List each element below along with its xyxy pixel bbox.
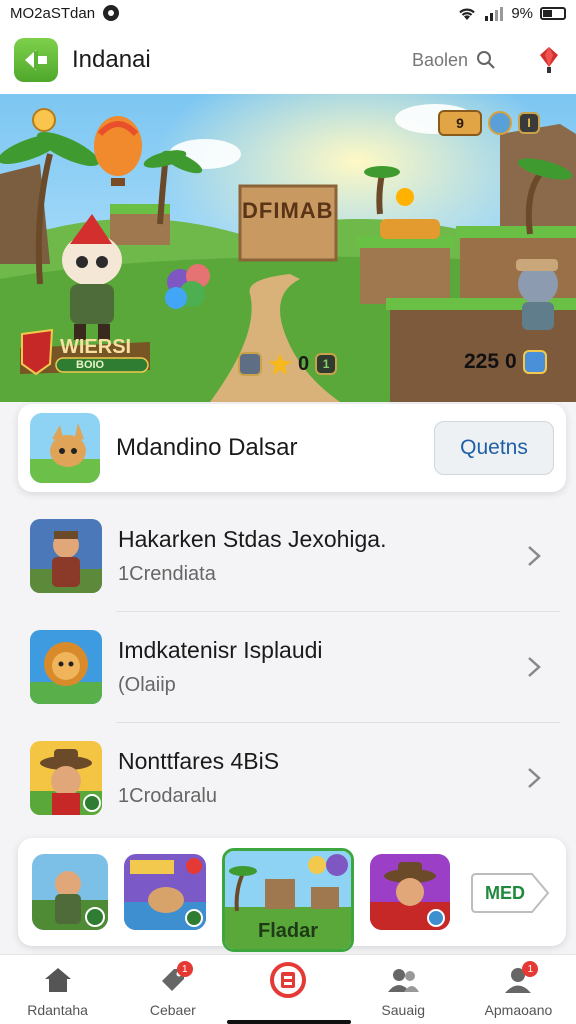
featured-action-button[interactable]: Quetns bbox=[434, 421, 554, 475]
battery-icon bbox=[540, 6, 566, 20]
arrow-logo-icon[interactable] bbox=[14, 38, 58, 82]
search-bar[interactable]: Baolen bbox=[393, 38, 514, 82]
star-icon bbox=[268, 353, 292, 375]
star-count: 0 bbox=[298, 352, 310, 375]
app-screen: MO2aSTdan 9% Indanai Baolen 9 I DFIMAB W… bbox=[0, 0, 576, 1024]
warrior-thumb bbox=[30, 518, 102, 593]
list-item[interactable]: Nonttfares 4BiS 1Crodaralu bbox=[0, 722, 576, 833]
nav-item-home[interactable]: Rdantaha bbox=[0, 955, 115, 1024]
carousel-tile-featured[interactable]: Fladar bbox=[222, 848, 354, 952]
nav-item-social[interactable]: Sauaig bbox=[346, 955, 461, 1024]
people-icon bbox=[385, 963, 421, 997]
signal-icon bbox=[485, 6, 504, 21]
featured-game-card[interactable]: Mdandino Dalsar Quetns bbox=[18, 404, 566, 492]
score-counter: 0 bbox=[505, 350, 517, 373]
coin-counter-value: 9 bbox=[456, 115, 464, 131]
home-icon bbox=[40, 963, 76, 997]
banner-subtitle: BOIO bbox=[76, 359, 105, 371]
status-bar: MO2aSTdan 9% bbox=[0, 0, 576, 26]
app-indicator-icon bbox=[103, 5, 120, 21]
notification-badge: 1 bbox=[176, 961, 193, 977]
list-item[interactable]: Imdkatenisr Isplaudi (Olaiip bbox=[0, 611, 576, 722]
list-item-title: Nonttfares 4BiS bbox=[118, 747, 280, 774]
center-game-icon bbox=[270, 962, 306, 998]
notification-badge: 1 bbox=[522, 961, 539, 977]
score-value: 225 bbox=[464, 350, 500, 373]
person-icon: 1 bbox=[500, 961, 539, 997]
coin-counter[interactable]: 9 bbox=[438, 110, 482, 136]
level-chip: 1 bbox=[315, 353, 338, 375]
status-carrier-text: MO2aSTdan bbox=[10, 4, 96, 22]
gem-icon[interactable] bbox=[536, 44, 562, 76]
wifi-icon bbox=[459, 8, 476, 20]
carousel-tile-label: Fladar bbox=[257, 920, 319, 942]
app-title: Indanai bbox=[72, 46, 151, 73]
map-icon[interactable] bbox=[238, 352, 262, 376]
nav-label: Cebaer bbox=[149, 1002, 196, 1018]
hero-banner[interactable]: 9 I DFIMAB WIERSI BOIO 0 1 225 0 bbox=[0, 94, 576, 402]
globe-icon bbox=[488, 111, 512, 135]
nav-item-play[interactable] bbox=[230, 955, 345, 1024]
cowboy-thumb bbox=[30, 740, 102, 815]
carousel-tile[interactable] bbox=[32, 854, 108, 930]
game-carousel: Fladar MED bbox=[18, 838, 566, 952]
list-item-subtitle: (Olaiip bbox=[118, 673, 176, 696]
game-list: Hakarken Stdas Jexohiga. 1Crendiata Imdk… bbox=[0, 500, 576, 833]
battery-percent: 9% bbox=[511, 4, 533, 22]
carousel-tile[interactable] bbox=[124, 854, 206, 930]
list-item-title: Imdkatenisr Isplaudi bbox=[118, 636, 323, 663]
more-games-label: MED bbox=[485, 882, 525, 903]
nav-label: Sauaig bbox=[381, 1002, 425, 1018]
chevron-right-icon bbox=[522, 544, 546, 568]
tag-icon: 1 bbox=[155, 961, 193, 997]
puzzle-icon[interactable] bbox=[522, 350, 547, 374]
app-header: Indanai Baolen bbox=[0, 26, 576, 94]
featured-thumb bbox=[30, 413, 100, 483]
nav-label: Apmaoano bbox=[484, 1002, 553, 1018]
sun-badge-icon bbox=[32, 108, 56, 132]
pause-button[interactable]: I bbox=[518, 112, 540, 134]
sign-text: DFIMAB bbox=[242, 198, 334, 223]
chevron-right-icon bbox=[522, 655, 546, 679]
nav-label: Rdantaha bbox=[27, 1002, 88, 1018]
bottom-navigation: Rdantaha 1 Cebaer Sauaig 1 Apmaoano bbox=[0, 954, 576, 1024]
list-item[interactable]: Hakarken Stdas Jexohiga. 1Crendiata bbox=[0, 500, 576, 611]
featured-game-title: Mdandino Dalsar bbox=[116, 434, 298, 461]
list-item-subtitle: 1Crendiata bbox=[118, 562, 216, 585]
nav-item-profile[interactable]: 1 Apmaoano bbox=[461, 955, 576, 1024]
banner-title: WIERSI bbox=[60, 336, 132, 358]
list-item-title: Hakarken Stdas Jexohiga. bbox=[118, 525, 387, 552]
home-indicator bbox=[227, 1020, 351, 1024]
search-icon bbox=[477, 51, 495, 69]
chevron-right-icon bbox=[522, 766, 546, 790]
list-item-subtitle: 1Crodaralu bbox=[118, 784, 217, 807]
carousel-tile[interactable] bbox=[370, 854, 450, 930]
nav-item-deals[interactable]: 1 Cebaer bbox=[115, 955, 230, 1024]
lion-thumb bbox=[30, 629, 102, 704]
more-games-button[interactable]: MED bbox=[470, 872, 552, 914]
search-placeholder: Baolen bbox=[411, 49, 468, 70]
